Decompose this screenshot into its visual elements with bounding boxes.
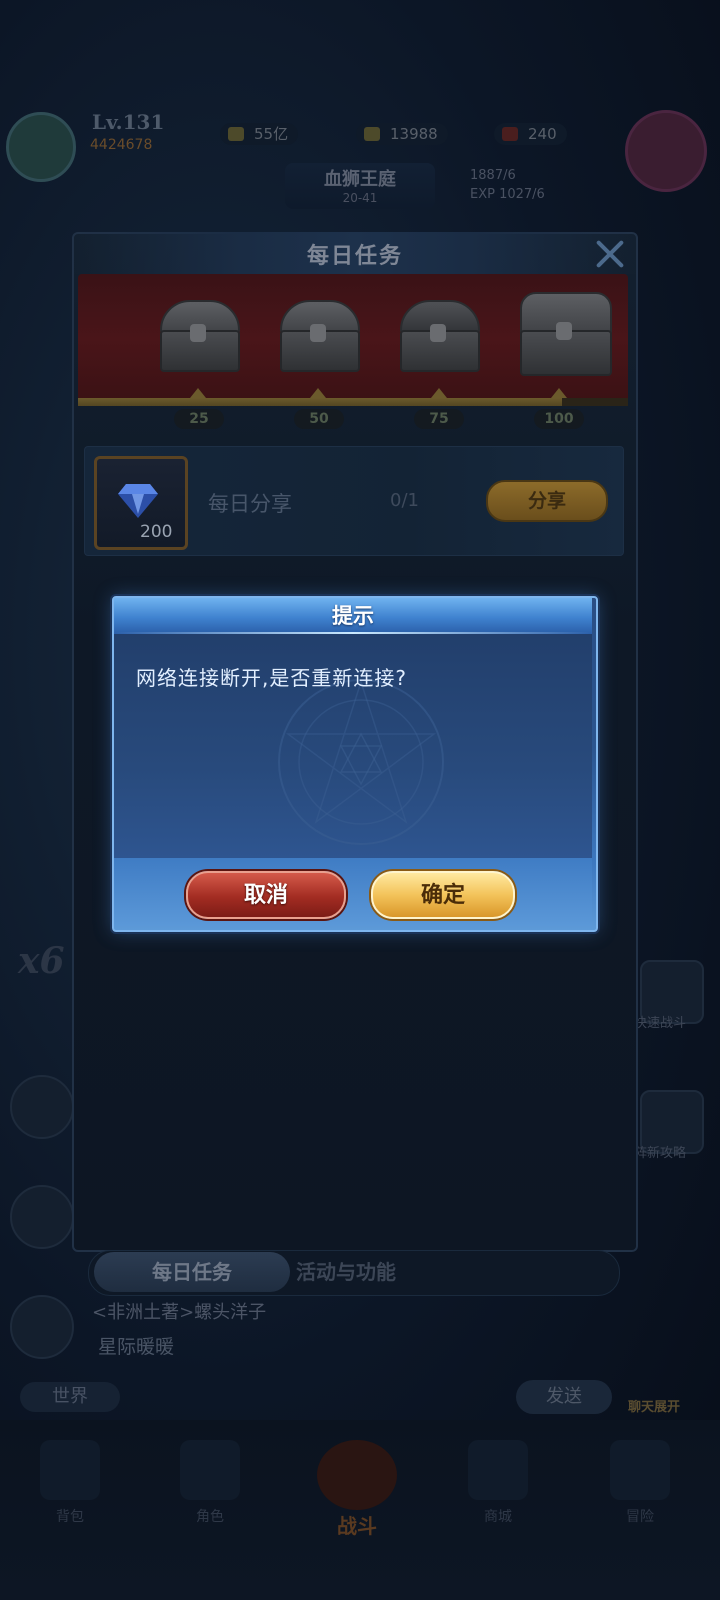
milestone-25: 25	[174, 409, 224, 429]
milestone-50: 50	[294, 409, 344, 429]
nav-hero[interactable]: 角色	[160, 1440, 260, 1540]
chat-sender: <非洲土著>螺头洋子	[92, 1302, 267, 1323]
side-hero-icon-1[interactable]	[10, 1075, 74, 1139]
exp-readout: 1887/6 EXP 1027/6	[470, 168, 545, 202]
player-avatar[interactable]	[6, 112, 76, 182]
diamond-resource[interactable]: 13988	[356, 123, 448, 145]
tab-activities[interactable]: 活动与功能	[296, 1252, 426, 1292]
diamond-icon	[118, 484, 158, 518]
nav-shop[interactable]: 商城	[448, 1440, 548, 1540]
task-progress: 0/1	[390, 490, 419, 511]
nav-adventure[interactable]: 冒险	[590, 1440, 690, 1540]
gold-resource[interactable]: 55亿	[220, 123, 299, 145]
reward-count: 200	[140, 522, 173, 542]
progress-fill	[78, 398, 562, 406]
milestone-marker	[551, 388, 567, 398]
gold-icon	[228, 127, 244, 141]
map-icon	[610, 1440, 670, 1500]
speed-multiplier[interactable]: x6	[18, 940, 65, 982]
close-icon[interactable]	[590, 234, 630, 274]
milestone-marker	[431, 388, 447, 398]
stamina-icon	[502, 127, 518, 141]
panel-title: 每日任务	[306, 243, 403, 269]
milestone-100: 100	[534, 409, 584, 429]
world-channel-button[interactable]: 世界	[20, 1382, 120, 1412]
milestone-marker	[310, 388, 326, 398]
shop-icon	[468, 1440, 528, 1500]
chat-expand-label[interactable]: 聊天展开	[628, 1396, 680, 1415]
guide-label: 阵新攻略	[634, 1146, 687, 1161]
stage-number: 20-41	[342, 191, 378, 205]
player-power: 4424678	[90, 137, 153, 153]
chest-icon-100[interactable]	[514, 288, 614, 380]
stage-name: 血狮王庭	[324, 169, 396, 190]
milestone-marker	[190, 388, 206, 398]
stage-indicator[interactable]: 血狮王庭 20-41	[285, 163, 435, 209]
stamina-resource[interactable]: 240	[494, 123, 567, 145]
guild-avatar[interactable]	[625, 110, 707, 192]
dialog-message: 网络连接断开,是否重新连接?	[136, 666, 407, 690]
send-button[interactable]: 发送	[516, 1380, 612, 1414]
tab-daily-tasks[interactable]: 每日任务	[94, 1252, 290, 1292]
chest-icon-75[interactable]	[394, 296, 482, 376]
nav-battle[interactable]: 战斗	[292, 1440, 422, 1550]
chat-message: 星际暖暖	[98, 1336, 175, 1358]
chat-avatar[interactable]	[10, 1295, 74, 1359]
side-hero-icon-2[interactable]	[10, 1185, 74, 1249]
chest-icon-50[interactable]	[274, 296, 362, 376]
share-button[interactable]: 分享	[486, 480, 608, 522]
confirm-button[interactable]: 确定	[371, 871, 515, 919]
cancel-button[interactable]: 取消	[186, 871, 346, 919]
dialog-title: 提示	[332, 603, 374, 628]
crossed-swords-icon	[317, 1440, 397, 1510]
chest-icon-25[interactable]	[154, 296, 242, 376]
task-name: 每日分享	[208, 492, 292, 516]
diamond-icon	[364, 127, 380, 141]
player-level: Lv.131	[92, 110, 165, 134]
quick-battle-label: 快速战斗	[634, 1016, 687, 1031]
bag-icon	[40, 1440, 100, 1500]
hero-icon	[180, 1440, 240, 1500]
magic-circle-watermark	[278, 679, 444, 845]
nav-bag[interactable]: 背包	[20, 1440, 120, 1540]
milestone-75: 75	[414, 409, 464, 429]
